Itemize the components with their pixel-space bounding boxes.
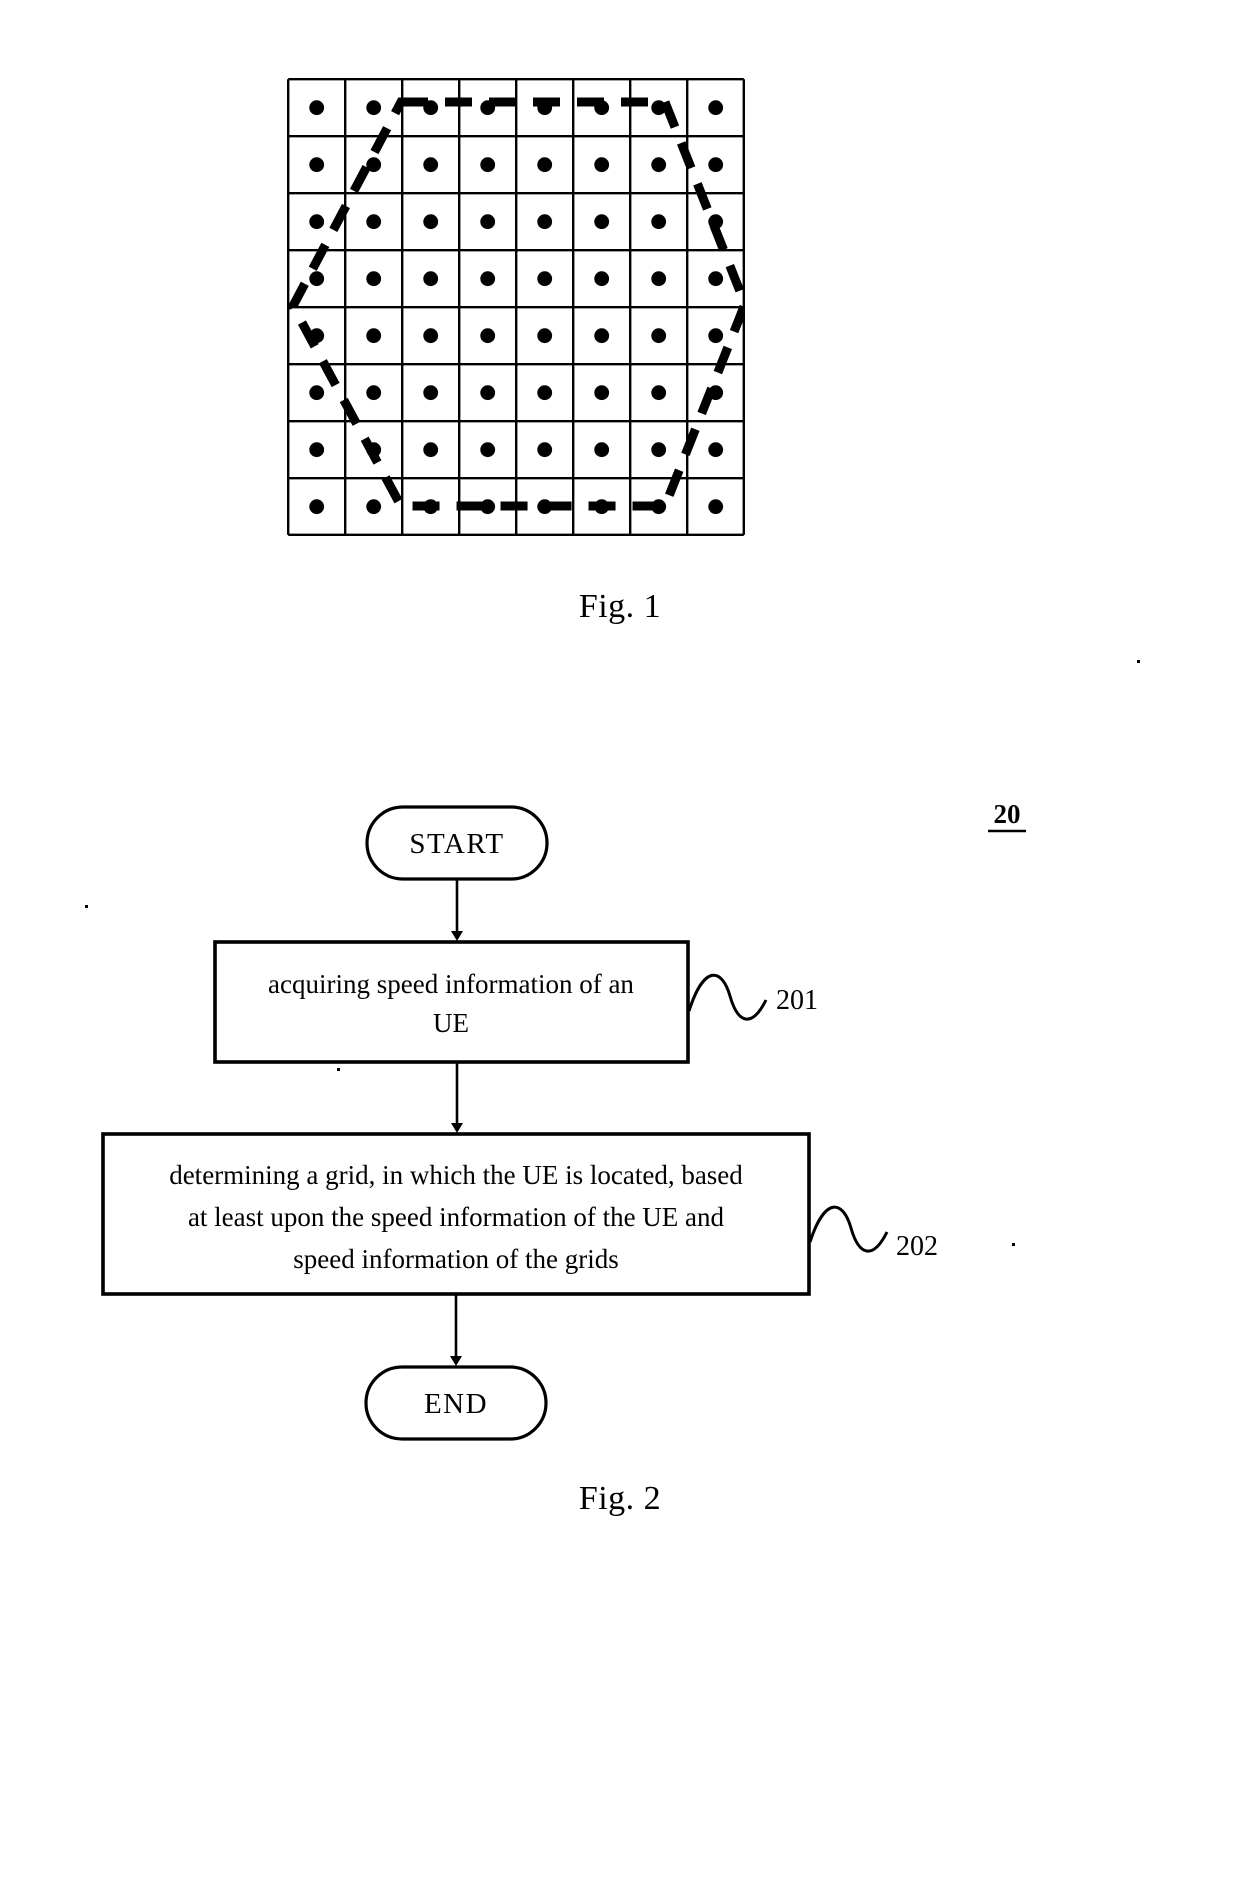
figure-2: 20 START acquiring speed information of … <box>0 760 1240 1903</box>
grid-dot <box>480 271 496 287</box>
grid-dot <box>537 385 553 401</box>
grid-dot <box>423 328 439 344</box>
squiggle-201 <box>687 973 768 1021</box>
step-202-line-3: speed information of the grids <box>293 1244 618 1274</box>
start-terminal-label: START <box>409 828 504 860</box>
step-201-box <box>213 940 690 1064</box>
step-201-ref-label: 201 <box>776 985 818 1016</box>
grid-dot <box>309 157 325 173</box>
ref-callout-202: 202 <box>808 1205 938 1262</box>
grid-dot <box>594 385 610 401</box>
grid-dot <box>480 385 496 401</box>
grid-dot <box>423 442 439 458</box>
diagram-ref-label: 20 <box>994 799 1021 829</box>
ref-callout-201: 201 <box>687 973 818 1021</box>
figure-1: Fig. 1 <box>0 0 1240 700</box>
grid-dot <box>309 499 325 515</box>
grid-svg <box>287 78 745 536</box>
grid-dot <box>537 214 553 230</box>
grid-dot <box>423 385 439 401</box>
scan-speckle <box>337 1068 340 1071</box>
dashed-hexagon-overlay <box>287 97 745 511</box>
grid-dot <box>651 385 667 401</box>
figure-1-caption: Fig. 1 <box>578 588 662 625</box>
squiggle-202 <box>808 1205 889 1253</box>
grid-dot <box>423 271 439 287</box>
grid-dot <box>366 499 382 515</box>
grid-dot <box>480 328 496 344</box>
grid-dot <box>309 271 325 287</box>
grid-dot <box>708 157 724 173</box>
node-end: END <box>364 1365 548 1441</box>
grid-dot <box>366 271 382 287</box>
grid-dot <box>366 385 382 401</box>
node-step-201: acquiring speed information of an UE <box>213 940 690 1064</box>
grid-dot <box>537 157 553 173</box>
step-202-line-2: at least upon the speed information of t… <box>188 1202 725 1232</box>
step-202-ref-label: 202 <box>896 1231 938 1262</box>
grid-dot <box>651 328 667 344</box>
scan-speckle <box>85 905 88 908</box>
node-start: START <box>365 805 549 881</box>
grid-dot <box>366 328 382 344</box>
grid-dot <box>708 100 724 116</box>
grid-dot <box>594 157 610 173</box>
grid-diagram <box>287 78 745 536</box>
scan-speckle <box>1012 1243 1015 1246</box>
grid-lines <box>287 78 745 536</box>
flowchart-svg: 20 START acquiring speed information of … <box>101 799 1026 1441</box>
grid-dot <box>594 214 610 230</box>
grid-dot <box>309 442 325 458</box>
grid-dot <box>366 214 382 230</box>
grid-dot <box>480 214 496 230</box>
node-step-202: determining a grid, in which the UE is l… <box>101 1132 811 1296</box>
diagram-ref-20: 20 <box>988 799 1026 833</box>
grid-dot <box>594 442 610 458</box>
grid-dot <box>366 100 382 116</box>
grid-dot <box>423 214 439 230</box>
grid-dot <box>708 328 724 344</box>
grid-dot <box>480 442 496 458</box>
grid-dot <box>594 328 610 344</box>
scan-speckle <box>1137 660 1140 663</box>
end-terminal-label: END <box>424 1388 488 1420</box>
grid-dot <box>423 157 439 173</box>
grid-dot <box>309 214 325 230</box>
step-201-line-2: UE <box>433 1008 469 1038</box>
grid-dot <box>651 214 667 230</box>
grid-dot <box>537 271 553 287</box>
step-201-line-1: acquiring speed information of an <box>268 969 634 999</box>
grid-dot <box>309 100 325 116</box>
hexagon-path <box>287 97 745 511</box>
figure-2-caption: Fig. 2 <box>578 1480 662 1517</box>
grid-dot <box>708 442 724 458</box>
grid-dot <box>651 271 667 287</box>
grid-dot <box>651 442 667 458</box>
grid-dot <box>480 157 496 173</box>
grid-dot <box>537 442 553 458</box>
step-202-line-1: determining a grid, in which the UE is l… <box>169 1160 743 1190</box>
grid-dot <box>708 499 724 515</box>
grid-dot <box>708 271 724 287</box>
grid-dot <box>537 328 553 344</box>
grid-dot <box>309 385 325 401</box>
grid-dot <box>651 157 667 173</box>
grid-dot <box>594 271 610 287</box>
